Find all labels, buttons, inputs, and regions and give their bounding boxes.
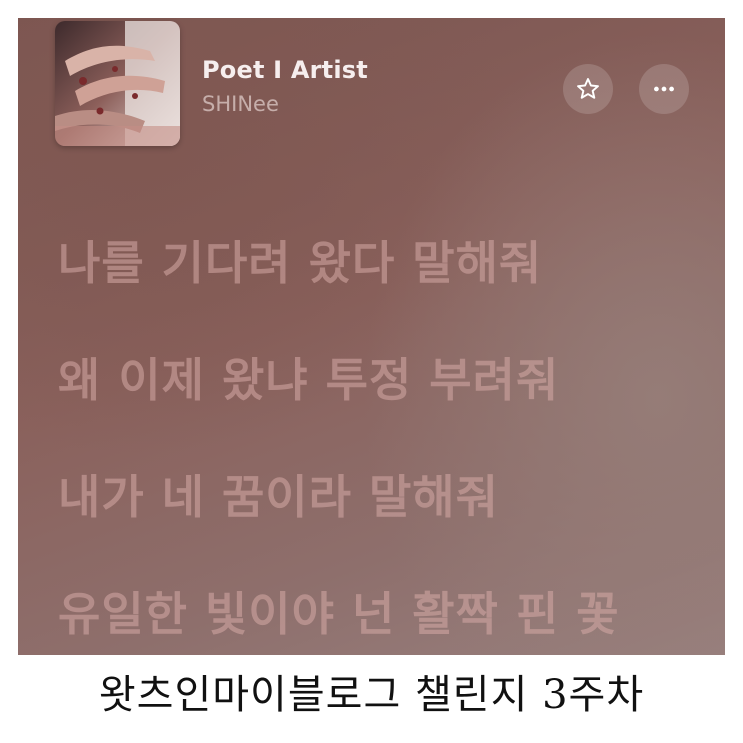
screenshot-frame: Poet I Artist SHINee 나를 기다려 왔다 말해줘 왜 이제 … [0,0,743,743]
lyric-line[interactable]: 내가 네 꿈이라 말해줘 [58,462,718,579]
lyric-line[interactable]: 왜 이제 왔냐 투정 부려줘 [58,345,718,462]
caption-text: 왓츠인마이블로그 챌린지 3주차 [98,672,645,718]
lyrics-panel: 나를 기다려 왔다 말해줘 왜 이제 왔냐 투정 부려줘 내가 네 꿈이라 말해… [58,228,718,655]
favorite-button[interactable] [563,64,613,114]
album-artwork[interactable] [55,21,180,146]
more-options-button[interactable] [639,64,689,114]
star-icon [577,78,599,99]
song-title[interactable]: Poet I Artist [202,56,368,84]
now-playing-screen: Poet I Artist SHINee 나를 기다려 왔다 말해줘 왜 이제 … [18,18,725,655]
lyric-line[interactable]: 유일한 빛이야 넌 활짝 핀 꽃 [58,579,718,655]
album-artwork-image [55,21,180,146]
ellipsis-icon [654,86,674,92]
artist-name[interactable]: SHINee [202,92,279,116]
lyric-line[interactable]: 나를 기다려 왔다 말해줘 [58,228,718,345]
